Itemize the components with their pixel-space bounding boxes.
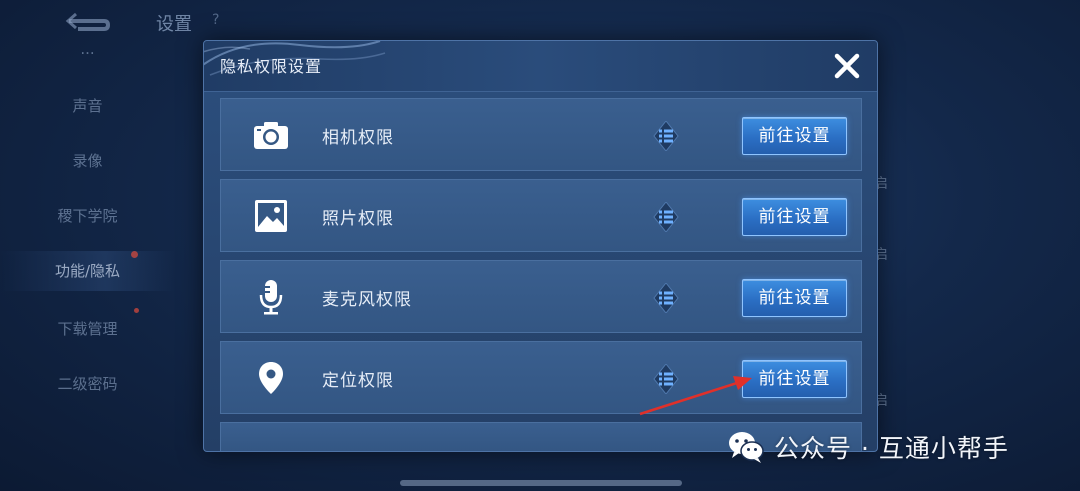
permission-row-photos: 照片权限 前往设置 [220, 179, 862, 252]
permission-label: 相机权限 [322, 128, 394, 148]
sidebar-item-second-password[interactable]: 二级密码 [0, 373, 175, 394]
help-icon[interactable]: ? [212, 12, 219, 28]
wechat-watermark: 公众号 · 互通小帮手 [726, 425, 1009, 469]
sidebar-item-downloads[interactable]: 下载管理 [0, 318, 175, 339]
notification-dot [134, 308, 139, 313]
notification-dot [131, 251, 138, 258]
go-to-settings-button[interactable]: 前往设置 [742, 198, 847, 236]
sidebar-item-partial[interactable]: ... [0, 40, 175, 58]
sidebar-item-sound[interactable]: 声音 [0, 95, 175, 116]
back-button[interactable] [62, 8, 114, 34]
close-icon [834, 53, 860, 79]
permission-row-microphone: 麦克风权限 前往设置 [220, 260, 862, 333]
dialog-header: 隐私权限设置 [204, 41, 877, 92]
wechat-icon [729, 432, 764, 463]
permission-row-location: 定位权限 前往设置 [220, 341, 862, 414]
permission-label: 照片权限 [322, 209, 394, 229]
back-arrow-icon [65, 12, 111, 31]
watermark-text: 公众号 · 互通小帮手 [774, 434, 1009, 463]
settings-title: 设置 [156, 14, 192, 35]
go-to-settings-button[interactable]: 前往设置 [742, 117, 847, 155]
permission-label: 麦克风权限 [322, 290, 412, 310]
image-icon [253, 198, 289, 234]
close-button[interactable] [830, 49, 864, 83]
home-indicator-bar[interactable] [400, 480, 682, 486]
location-pin-icon [253, 360, 289, 396]
list-icon [653, 364, 679, 394]
microphone-icon [253, 279, 289, 315]
camera-icon [253, 117, 289, 153]
permission-row-camera: 相机权限 前往设置 [220, 98, 862, 171]
permission-label: 定位权限 [322, 371, 394, 391]
list-icon [653, 283, 679, 313]
sidebar-item-academy[interactable]: 稷下学院 [0, 205, 175, 226]
privacy-permission-dialog: 隐私权限设置 相机权限 前往设置 照片权限 前往设置 麦克风权限 前往设置 定位… [203, 40, 878, 452]
sidebar-item-privacy[interactable]: 功能/隐私 [0, 251, 175, 291]
go-to-settings-button[interactable]: 前往设置 [742, 279, 847, 317]
go-to-settings-button[interactable]: 前往设置 [742, 360, 847, 398]
dialog-title: 隐私权限设置 [220, 57, 323, 76]
list-icon [653, 202, 679, 232]
list-icon [653, 121, 679, 151]
sidebar-item-recording[interactable]: 录像 [0, 150, 175, 171]
